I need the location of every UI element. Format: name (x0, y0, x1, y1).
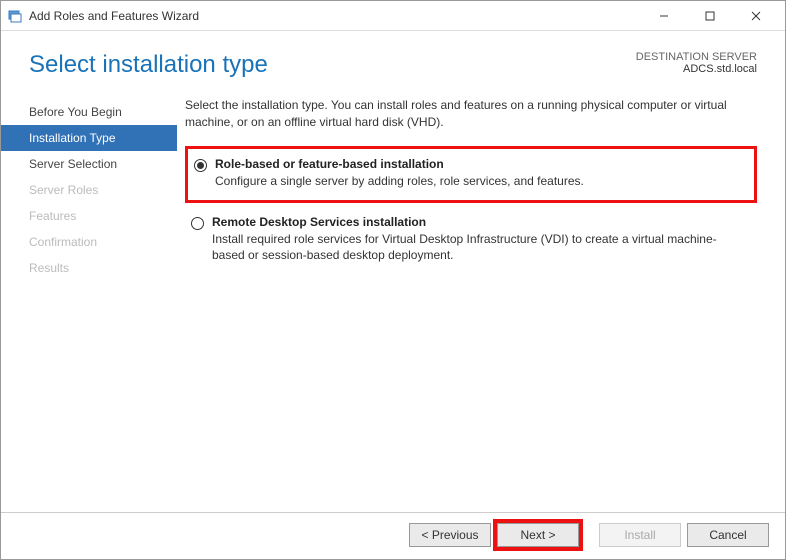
option-rds-desc: Install required role services for Virtu… (212, 231, 747, 265)
header-area: Select installation type DESTINATION SER… (1, 31, 785, 91)
radio-role-based[interactable] (194, 159, 207, 172)
cancel-button[interactable]: Cancel (687, 523, 769, 547)
option-rds-text: Remote Desktop Services installation Ins… (212, 215, 747, 265)
option-role-based-text: Role-based or feature-based installation… (215, 157, 584, 190)
next-button[interactable]: Next > (497, 523, 579, 547)
option-role-based-desc: Configure a single server by adding role… (215, 173, 584, 190)
option-role-based-title: Role-based or feature-based installation (215, 157, 584, 171)
maximize-button[interactable] (687, 1, 733, 31)
minimize-button[interactable] (641, 1, 687, 31)
sidebar-item-confirmation: Confirmation (1, 229, 177, 255)
app-icon (7, 8, 23, 24)
sidebar-item-features: Features (1, 203, 177, 229)
content-pane: Select the installation type. You can in… (177, 91, 785, 512)
sidebar-item-installation-type[interactable]: Installation Type (1, 125, 177, 151)
destination-value: ADCS.std.local (636, 63, 757, 75)
button-gap (585, 523, 593, 547)
sidebar-item-results: Results (1, 255, 177, 281)
install-button: Install (599, 523, 681, 547)
option-role-based[interactable]: Role-based or feature-based installation… (185, 146, 757, 203)
window-buttons (641, 1, 779, 31)
wizard-window: Add Roles and Features Wizard Select ins… (0, 0, 786, 560)
radio-rds[interactable] (191, 217, 204, 230)
close-button[interactable] (733, 1, 779, 31)
titlebar: Add Roles and Features Wizard (1, 1, 785, 31)
sidebar-item-server-selection[interactable]: Server Selection (1, 151, 177, 177)
side-nav: Before You Begin Installation Type Serve… (1, 91, 177, 512)
footer-area: < Previous Next > Install Cancel (1, 512, 785, 559)
intro-text: Select the installation type. You can in… (185, 97, 757, 132)
destination-label: DESTINATION SERVER (636, 51, 757, 63)
window-title: Add Roles and Features Wizard (29, 9, 641, 23)
previous-button[interactable]: < Previous (409, 523, 491, 547)
sidebar-item-server-roles: Server Roles (1, 177, 177, 203)
body-area: Before You Begin Installation Type Serve… (1, 91, 785, 512)
option-rds-title: Remote Desktop Services installation (212, 215, 747, 229)
page-title: Select installation type (29, 51, 636, 79)
option-rds[interactable]: Remote Desktop Services installation Ins… (185, 207, 757, 275)
sidebar-item-before-you-begin[interactable]: Before You Begin (1, 99, 177, 125)
destination-block: DESTINATION SERVER ADCS.std.local (636, 51, 757, 75)
